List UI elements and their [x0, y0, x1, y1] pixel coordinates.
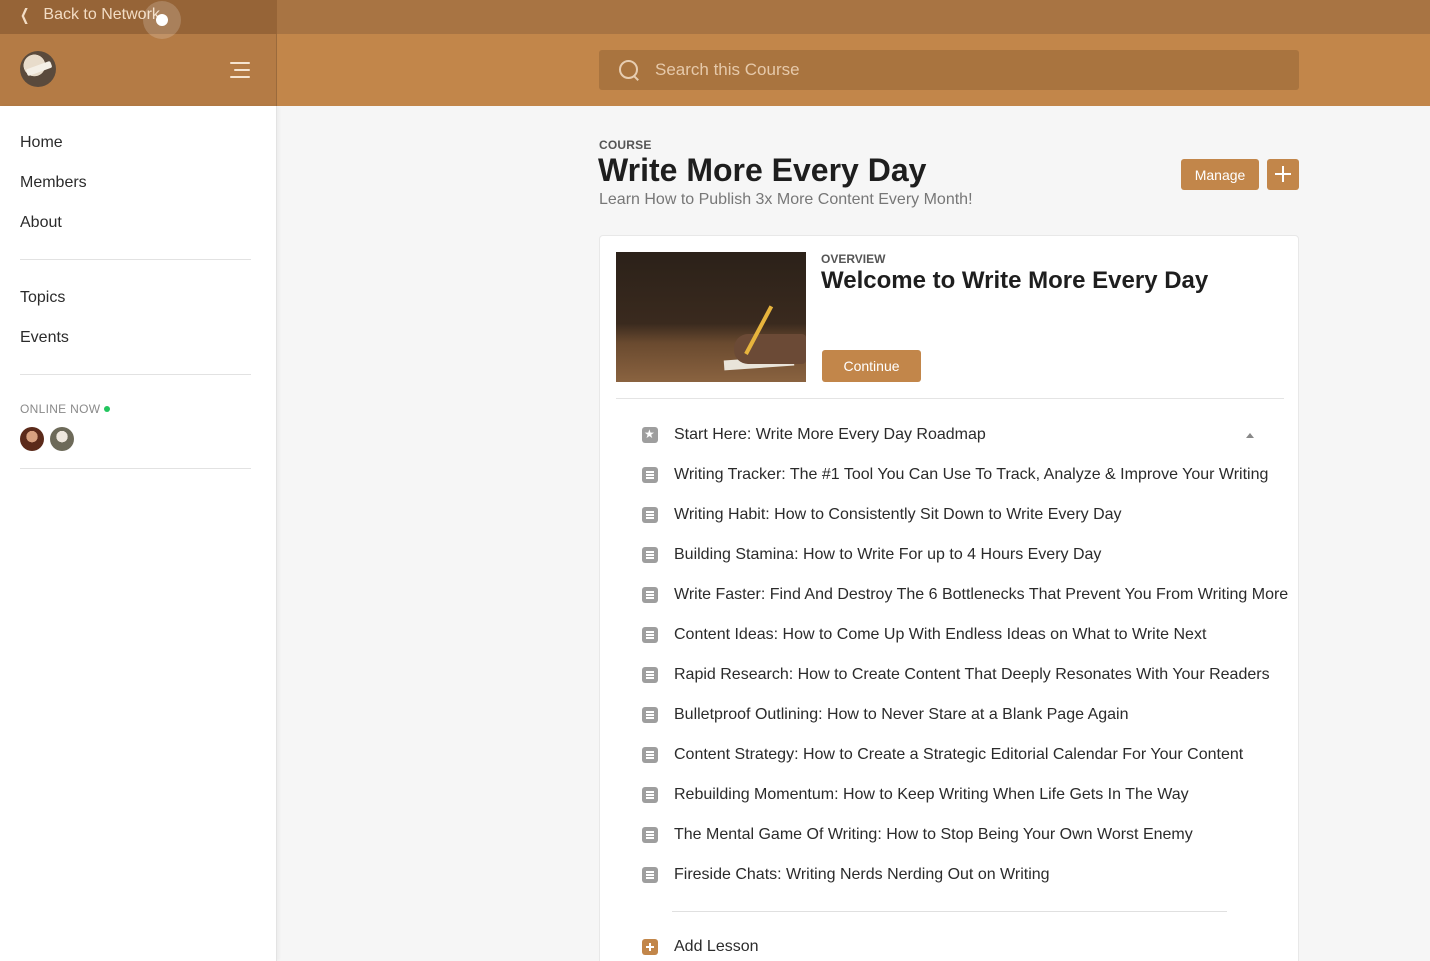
- lesson-title: Rapid Research: How to Create Content Th…: [674, 666, 1270, 683]
- lesson-title: Fireside Chats: Writing Nerds Nerding Ou…: [674, 866, 1050, 883]
- back-to-network-link[interactable]: ❮ Back to Network: [18, 4, 160, 26]
- search-input[interactable]: [655, 60, 1255, 80]
- add-lesson-label: Add Lesson: [674, 938, 759, 955]
- lesson-title: Content Ideas: How to Come Up With Endle…: [674, 626, 1207, 643]
- chevron-left-icon: ❮: [20, 7, 30, 24]
- lesson-title: Start Here: Write More Every Day Roadmap: [674, 426, 986, 443]
- add-lesson-button[interactable]: Add Lesson: [642, 938, 759, 956]
- online-status-dot: [104, 406, 111, 412]
- continue-button[interactable]: Continue: [822, 350, 921, 382]
- community-logo[interactable]: [20, 51, 56, 87]
- sidebar-item-members[interactable]: Members: [20, 174, 87, 192]
- online-now-text: ONLINE NOW: [20, 402, 101, 416]
- lesson-item[interactable]: Content Ideas: How to Come Up With Endle…: [642, 623, 1206, 647]
- lesson-item[interactable]: Writing Habit: How to Consistently Sit D…: [642, 503, 1122, 527]
- overview-thumbnail[interactable]: [616, 252, 806, 382]
- lesson-item[interactable]: Rebuilding Momentum: How to Keep Writing…: [642, 783, 1189, 807]
- course-label: COURSE: [599, 138, 652, 152]
- menu-icon[interactable]: [230, 62, 250, 78]
- list-icon: [642, 827, 658, 843]
- sidebar: Home Members About Topics Events ONLINE …: [0, 106, 277, 961]
- collapse-caret-icon[interactable]: [1246, 433, 1254, 438]
- sidebar-item-events[interactable]: Events: [20, 329, 69, 347]
- overview-label: OVERVIEW: [821, 252, 886, 266]
- lesson-title: Building Stamina: How to Write For up to…: [674, 546, 1102, 563]
- list-icon: [642, 707, 658, 723]
- sidebar-item-topics[interactable]: Topics: [20, 289, 65, 307]
- page-title: Write More Every Day: [598, 152, 927, 188]
- course-card: OVERVIEW Welcome to Write More Every Day…: [599, 235, 1299, 961]
- lesson-title: Writing Tracker: The #1 Tool You Can Use…: [674, 466, 1269, 483]
- lesson-item[interactable]: Fireside Chats: Writing Nerds Nerding Ou…: [642, 863, 1050, 887]
- avatar[interactable]: [20, 427, 44, 451]
- lesson-title: Write Faster: Find And Destroy The 6 Bot…: [674, 586, 1289, 603]
- online-now-label: ONLINE NOW: [20, 402, 111, 416]
- list-icon: [642, 467, 658, 483]
- sidebar-item-about[interactable]: About: [20, 214, 62, 232]
- list-icon: [642, 747, 658, 763]
- course-subtitle: Learn How to Publish 3x More Content Eve…: [599, 191, 973, 208]
- list-icon: [642, 587, 658, 603]
- lesson-item[interactable]: Rapid Research: How to Create Content Th…: [642, 663, 1270, 687]
- list-icon: [642, 547, 658, 563]
- list-icon: [642, 787, 658, 803]
- list-icon: [642, 507, 658, 523]
- lesson-title: The Mental Game Of Writing: How to Stop …: [674, 826, 1193, 843]
- list-icon: [642, 867, 658, 883]
- cursor-indicator: [143, 1, 181, 39]
- lesson-item[interactable]: Content Strategy: How to Create a Strate…: [642, 743, 1243, 767]
- lesson-title: Rebuilding Momentum: How to Keep Writing…: [674, 786, 1189, 803]
- sidebar-item-home[interactable]: Home: [20, 134, 63, 152]
- lesson-item[interactable]: Bulletproof Outlining: How to Never Star…: [642, 703, 1128, 727]
- list-icon: [642, 667, 658, 683]
- avatar[interactable]: [50, 427, 74, 451]
- sidebar-header: ❮ Back to Network: [0, 0, 277, 106]
- lesson-item[interactable]: Start Here: Write More Every Day Roadmap: [642, 423, 986, 447]
- list-icon: [642, 627, 658, 643]
- manage-button[interactable]: Manage: [1181, 159, 1259, 190]
- card-divider: [616, 398, 1284, 399]
- sidebar-divider: [20, 374, 251, 375]
- lesson-item[interactable]: Building Stamina: How to Write For up to…: [642, 543, 1101, 567]
- lessons-divider: [672, 911, 1227, 912]
- lesson-item[interactable]: Write Faster: Find And Destroy The 6 Bot…: [642, 583, 1288, 607]
- overview-title[interactable]: Welcome to Write More Every Day: [821, 267, 1208, 295]
- search-icon: [619, 60, 639, 80]
- lesson-title: Content Strategy: How to Create a Strate…: [674, 746, 1244, 763]
- add-button[interactable]: [1267, 159, 1299, 190]
- lesson-item[interactable]: Writing Tracker: The #1 Tool You Can Use…: [642, 463, 1268, 487]
- star-icon: [642, 426, 658, 443]
- lesson-title: Bulletproof Outlining: How to Never Star…: [674, 706, 1129, 723]
- lesson-item[interactable]: The Mental Game Of Writing: How to Stop …: [642, 823, 1193, 847]
- plus-icon: [642, 939, 658, 955]
- sidebar-divider: [20, 468, 251, 469]
- course-search[interactable]: [599, 50, 1299, 90]
- lesson-title: Writing Habit: How to Consistently Sit D…: [674, 506, 1122, 523]
- sidebar-divider: [20, 259, 251, 260]
